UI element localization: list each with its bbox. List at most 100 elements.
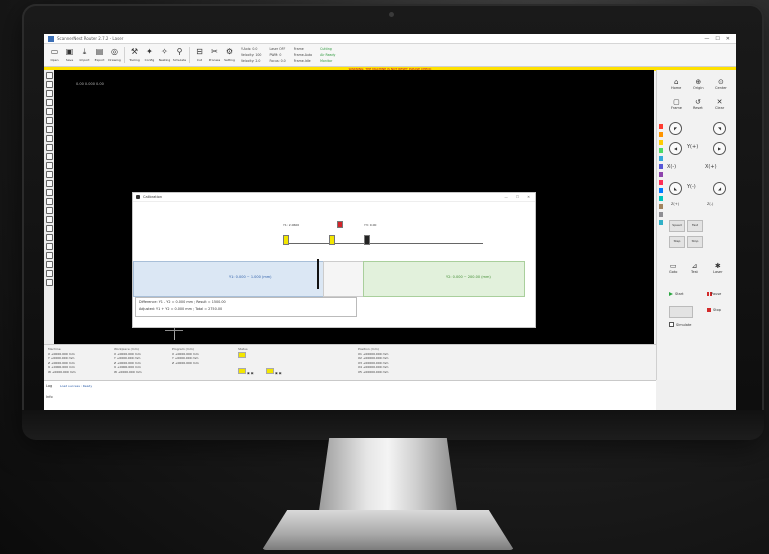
marker-y1[interactable] bbox=[283, 235, 289, 245]
laser-button[interactable]: ✱ Laser bbox=[713, 262, 723, 274]
color-swatch[interactable] bbox=[659, 196, 663, 201]
layer-tool-icon[interactable] bbox=[45, 261, 53, 268]
clear-button[interactable]: ✕ Clear bbox=[715, 98, 724, 110]
color-swatch[interactable] bbox=[659, 172, 663, 177]
circle-tool-icon[interactable] bbox=[45, 99, 53, 106]
rotate-tool-icon[interactable] bbox=[45, 153, 53, 160]
tool-tooling[interactable]: ⚒ Tooling bbox=[127, 44, 142, 66]
select-tool-icon[interactable] bbox=[45, 72, 53, 79]
marker-y2[interactable] bbox=[329, 235, 335, 245]
polyline-tool-icon[interactable] bbox=[45, 117, 53, 124]
y-plus-button[interactable]: Y(+) bbox=[687, 144, 698, 150]
step-button[interactable]: Step bbox=[669, 236, 685, 248]
jog-up-left-button[interactable]: ◤ bbox=[669, 122, 682, 135]
x-plus-button[interactable]: X(+) bbox=[705, 164, 717, 170]
color-swatch[interactable] bbox=[659, 124, 663, 129]
fit-tool-icon[interactable] bbox=[45, 234, 53, 241]
color-swatch[interactable] bbox=[659, 204, 663, 209]
color-swatch[interactable] bbox=[659, 212, 663, 217]
color-swatch[interactable] bbox=[659, 188, 663, 193]
gauge-track bbox=[283, 243, 483, 244]
jog-down-right-button[interactable]: ◢ bbox=[713, 182, 726, 195]
scale-tool-icon[interactable] bbox=[45, 162, 53, 169]
close-button[interactable]: ✕ bbox=[726, 36, 730, 42]
color-swatch[interactable] bbox=[659, 140, 663, 145]
reset-button[interactable]: ↺ Reset bbox=[693, 98, 703, 110]
color-swatch[interactable] bbox=[659, 132, 663, 137]
zoom-tool-icon[interactable] bbox=[45, 216, 53, 223]
mirror-tool-icon[interactable] bbox=[45, 144, 53, 151]
tool-setting[interactable]: ⚙ Setting bbox=[222, 44, 237, 66]
fast-button[interactable]: Fast bbox=[687, 220, 703, 232]
column-title: Workpiece (mm) bbox=[114, 347, 139, 351]
color-swatch[interactable] bbox=[659, 148, 663, 153]
toolbar-divider bbox=[189, 47, 190, 63]
text-tool-icon[interactable] bbox=[45, 126, 53, 133]
snap-tool-icon[interactable] bbox=[45, 252, 53, 259]
tool-save[interactable]: ▣ Save bbox=[62, 44, 77, 66]
tool-import[interactable]: ⤓ Import bbox=[77, 44, 92, 66]
stop-button[interactable]: Stop bbox=[707, 308, 721, 312]
dialog-maximize-button[interactable]: ☐ bbox=[516, 195, 519, 199]
console-tab-info[interactable]: Info bbox=[46, 395, 53, 399]
sort-tool-icon[interactable] bbox=[45, 279, 53, 286]
reset-label: Reset bbox=[693, 106, 703, 110]
z-minus-button[interactable]: Z(-) bbox=[707, 202, 713, 206]
arc-tool-icon[interactable] bbox=[45, 108, 53, 115]
color-swatch[interactable] bbox=[659, 164, 663, 169]
array-tool-icon[interactable] bbox=[45, 171, 53, 178]
maximize-button[interactable]: ☐ bbox=[715, 36, 719, 42]
explode-tool-icon[interactable] bbox=[45, 207, 53, 214]
frame-button[interactable]: ▢ Frame bbox=[671, 98, 682, 110]
pause-label: Pause bbox=[711, 292, 722, 296]
simulate-icon: ⚲ bbox=[176, 47, 183, 56]
jog-down-left-button[interactable]: ◣ bbox=[669, 182, 682, 195]
offset-tool-icon[interactable] bbox=[45, 180, 53, 187]
trim-tool-icon[interactable] bbox=[45, 189, 53, 196]
info-row: Z +0000.000 mm bbox=[172, 360, 199, 365]
y-minus-button[interactable]: Y(-) bbox=[687, 184, 696, 190]
measure-tool-icon[interactable] bbox=[45, 135, 53, 142]
start-button[interactable]: Start bbox=[669, 292, 684, 296]
tool-export[interactable]: ▤ Export bbox=[92, 44, 107, 66]
tool-process[interactable]: ✂ Process bbox=[207, 44, 222, 66]
stop-jog-button[interactable]: Stop bbox=[687, 236, 703, 248]
goto-icon: ▭ bbox=[669, 262, 677, 270]
dialog-minimize-button[interactable]: — bbox=[504, 195, 508, 199]
simulate-checkbox[interactable]: Simulate bbox=[669, 322, 691, 327]
join-tool-icon[interactable] bbox=[45, 198, 53, 205]
home-button[interactable]: ⌂ Home bbox=[671, 78, 681, 90]
line-tool-icon[interactable] bbox=[45, 81, 53, 88]
minimize-button[interactable]: — bbox=[704, 36, 709, 42]
grid-tool-icon[interactable] bbox=[45, 243, 53, 250]
tool-open[interactable]: ▭ Open bbox=[47, 44, 62, 66]
tool-config[interactable]: ✦ Config bbox=[142, 44, 157, 66]
center-button[interactable]: ⊙ Center bbox=[715, 78, 727, 90]
console-tab-log[interactable]: Log bbox=[46, 384, 52, 388]
test-button[interactable]: ⊿ Test bbox=[691, 262, 698, 274]
rect-tool-icon[interactable] bbox=[45, 90, 53, 97]
goto-button[interactable]: ▭ Goto bbox=[669, 262, 677, 274]
tool-simulate[interactable]: ⚲ Simulate bbox=[172, 44, 187, 66]
tool-nesting[interactable]: ✧ Nesting bbox=[157, 44, 172, 66]
origin-button[interactable]: ⊕ Origin bbox=[693, 78, 704, 90]
pause-button[interactable]: Pause bbox=[707, 292, 721, 296]
dialog-close-button[interactable]: ✕ bbox=[527, 195, 530, 199]
x-minus-button[interactable]: X(-) bbox=[667, 164, 676, 170]
drawing-canvas[interactable]: 0.00 0.000 0.00 Calibration — ☐ ✕ Y1: 2.… bbox=[54, 70, 654, 344]
pan-tool-icon[interactable] bbox=[45, 225, 53, 232]
tool-cut[interactable]: ⊟ Cut bbox=[192, 44, 207, 66]
jog-left-button[interactable]: ◀ bbox=[669, 142, 682, 155]
color-swatch[interactable] bbox=[659, 220, 663, 225]
jog-up-right-button[interactable]: ◥ bbox=[713, 122, 726, 135]
tool-drawing[interactable]: ◎ Drawing bbox=[107, 44, 122, 66]
speed-button[interactable]: Speed bbox=[669, 220, 685, 232]
color-swatch[interactable] bbox=[659, 156, 663, 161]
jog-right-button[interactable]: ▶ bbox=[713, 142, 726, 155]
color-swatch[interactable] bbox=[659, 180, 663, 185]
z-plus-button[interactable]: Z(+) bbox=[671, 202, 679, 206]
gear-icon: ⚙ bbox=[225, 47, 234, 56]
lead-tool-icon[interactable] bbox=[45, 270, 53, 277]
marker-y3[interactable] bbox=[364, 235, 370, 245]
info-line: Difference: Y1 - Y2 = 0.000 mm ; Result … bbox=[139, 300, 226, 304]
